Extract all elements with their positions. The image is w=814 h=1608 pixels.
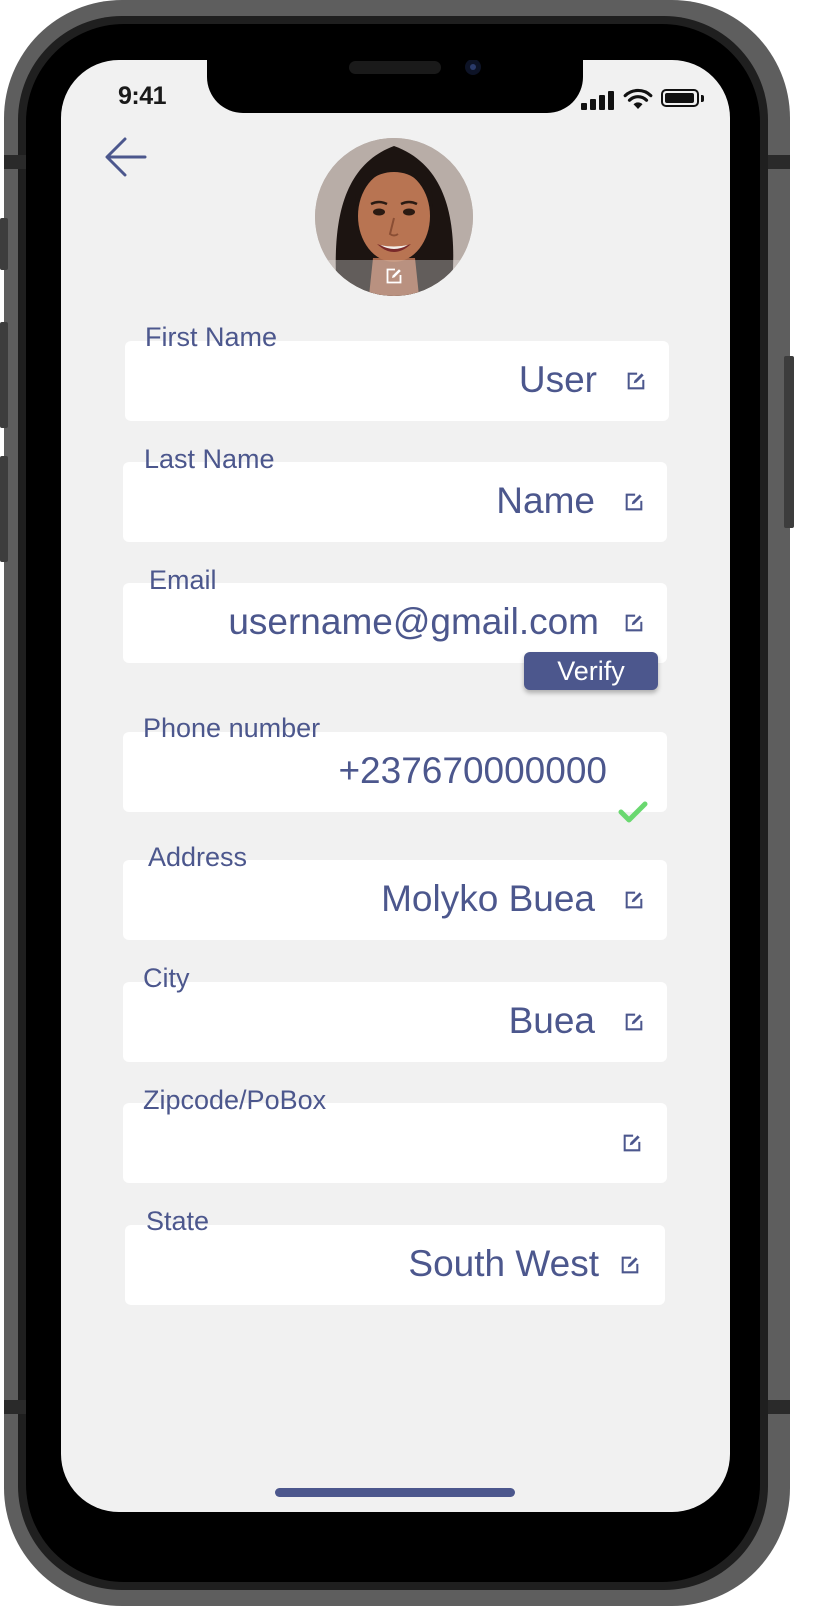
power-button xyxy=(784,356,794,528)
speaker-grill xyxy=(349,61,441,74)
zipcode-label: Zipcode/PoBox xyxy=(143,1085,327,1115)
last-name-label: Last Name xyxy=(144,444,275,474)
notch xyxy=(207,60,583,113)
profile-avatar[interactable] xyxy=(315,138,473,296)
signal-icon xyxy=(581,88,617,110)
battery-cap xyxy=(701,95,704,102)
email-label: Email xyxy=(149,565,217,595)
checkmark-icon xyxy=(618,801,648,823)
edit-icon xyxy=(386,268,402,284)
state-value: South West xyxy=(408,1243,599,1284)
verify-email-button[interactable]: Verify xyxy=(524,652,658,690)
avatar-edit-overlay[interactable] xyxy=(315,260,473,296)
volume-up-button xyxy=(0,322,8,428)
back-arrow-icon[interactable] xyxy=(103,134,149,180)
volume-down-button xyxy=(0,456,8,562)
wifi-icon xyxy=(623,88,653,109)
antenna-line xyxy=(4,1400,26,1414)
phone-screen: 9:41 User First Name Name Last Name user… xyxy=(61,60,730,1512)
edit-icon[interactable] xyxy=(625,1013,643,1031)
edit-icon[interactable] xyxy=(621,1256,639,1274)
phone-number-value: +237670000000 xyxy=(338,750,607,791)
phone-number-field[interactable]: +237670000000 xyxy=(123,732,667,812)
email-value: username@gmail.com xyxy=(228,601,599,642)
front-camera xyxy=(465,60,481,75)
antenna-line xyxy=(4,155,26,169)
edit-icon[interactable] xyxy=(625,614,643,632)
first-name-value: User xyxy=(518,359,597,400)
address-label: Address xyxy=(148,842,248,872)
antenna-line xyxy=(768,1400,790,1414)
edit-icon[interactable] xyxy=(625,891,643,909)
first-name-field[interactable]: User xyxy=(125,341,669,421)
silent-switch xyxy=(0,218,8,270)
city-value: Buea xyxy=(508,1000,595,1041)
city-field[interactable]: Buea xyxy=(123,982,667,1062)
phone-number-label: Phone number xyxy=(143,713,321,743)
first-name-label: First Name xyxy=(145,322,278,352)
last-name-value: Name xyxy=(496,480,595,521)
city-label: City xyxy=(143,963,190,993)
status-time: 9:41 xyxy=(118,82,167,110)
address-value: Molyko Buea xyxy=(381,878,595,919)
edit-icon[interactable] xyxy=(627,372,645,390)
state-field[interactable]: South West xyxy=(125,1225,665,1305)
edit-icon[interactable] xyxy=(623,1134,641,1152)
antenna-line xyxy=(768,155,790,169)
battery-icon xyxy=(661,89,699,107)
home-indicator[interactable] xyxy=(275,1488,515,1497)
state-label: State xyxy=(146,1206,210,1236)
edit-icon[interactable] xyxy=(625,493,643,511)
